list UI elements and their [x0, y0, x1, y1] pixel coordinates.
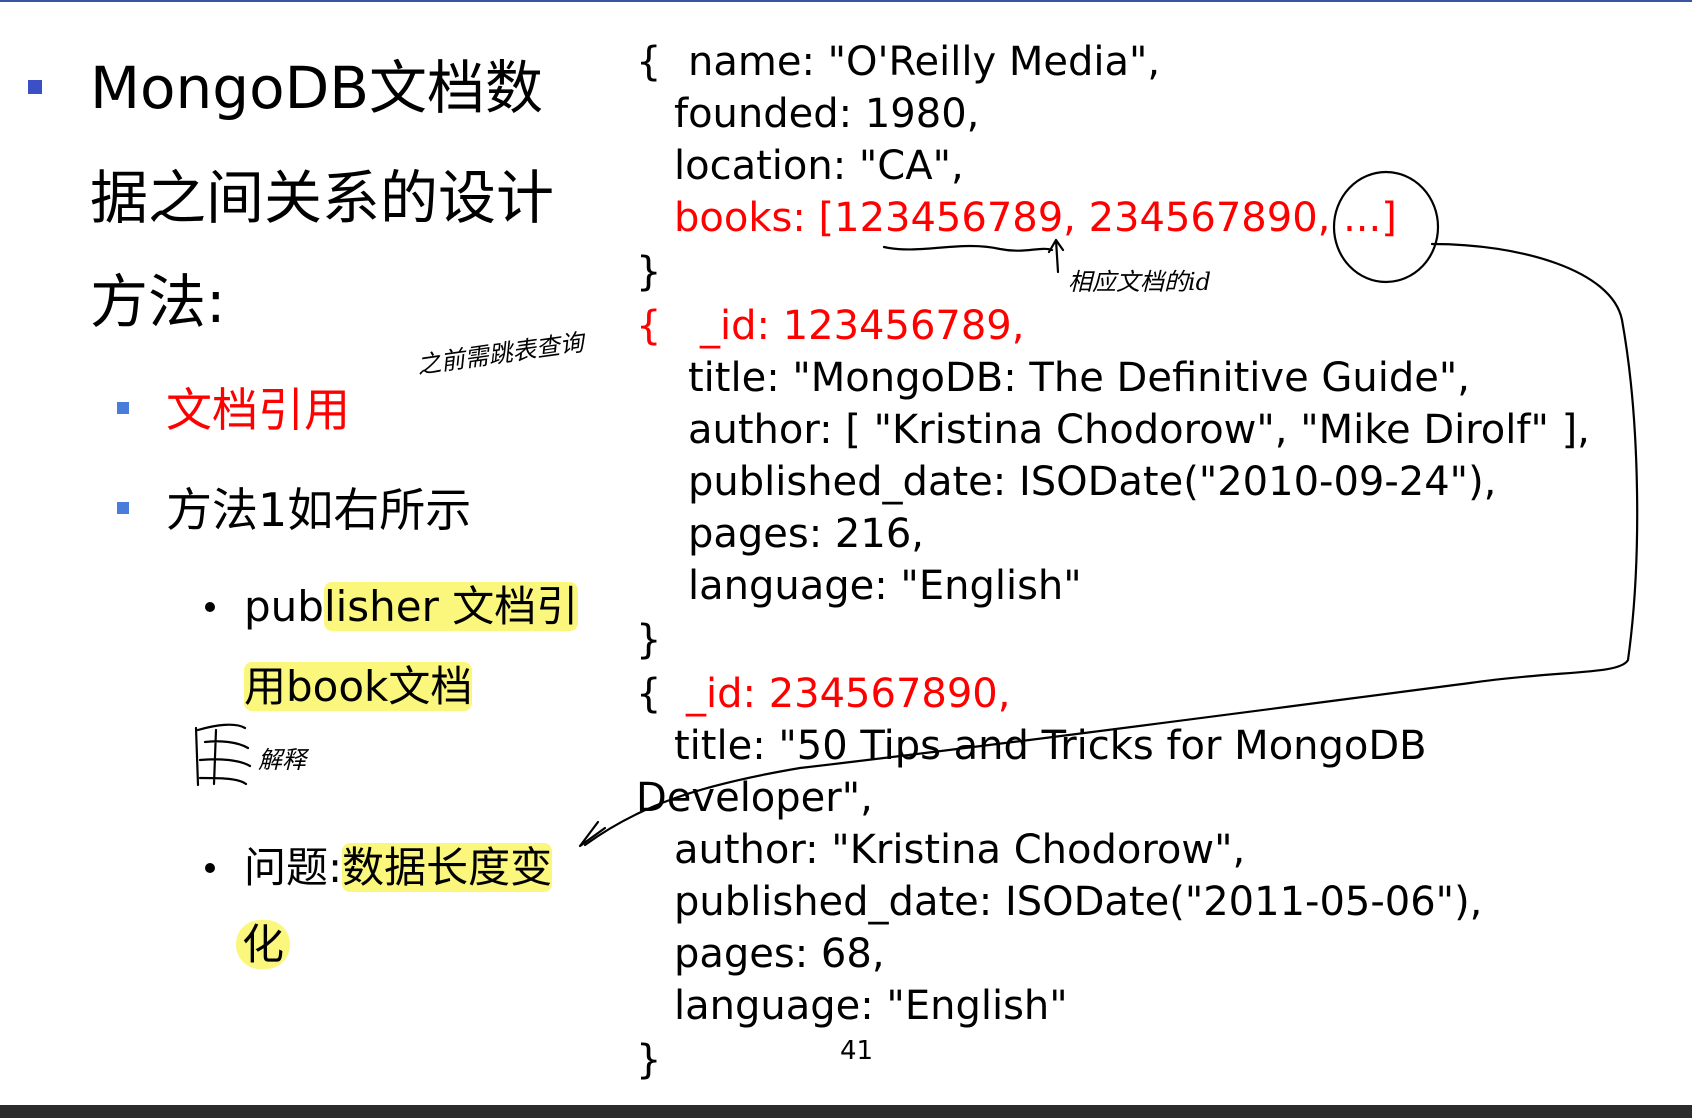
page-number: 41: [840, 1036, 874, 1066]
book1-published: published_date: ISODate("2010-09-24"),: [688, 459, 1497, 505]
book2-title-continued: Developer",: [636, 775, 873, 821]
underline-squiggle: [882, 244, 1054, 252]
sub-item-problem-label: 问题:: [244, 843, 343, 892]
level2-bullet-1: [117, 402, 129, 414]
sub-item-publisher-highlight: lisher 文档引: [323, 582, 579, 631]
publisher-name: name: "O'Reilly Media",: [688, 39, 1161, 85]
book1-title: title: "MongoDB: The Definitive Guide",: [688, 355, 1470, 401]
level3-bullet-1: [205, 602, 215, 612]
book2-language: language: "English": [674, 983, 1068, 1029]
level1-bullet: [28, 80, 42, 94]
item-document-reference: 文档引用: [166, 383, 350, 437]
book2-published: published_date: ISODate("2011-05-06"),: [674, 879, 1483, 925]
book2-author: author: "Kristina Chodorow",: [674, 827, 1246, 873]
sub-item-problem-line2: 化: [236, 920, 291, 969]
book1-id: _id: 123456789,: [700, 303, 1025, 349]
book1-pages: pages: 216,: [688, 511, 924, 557]
book2-close-brace: }: [636, 1037, 662, 1083]
sub-item-publisher-line2: 用book文档: [244, 662, 473, 711]
heading-line-3: 方法:: [90, 268, 226, 336]
connector-arrowhead: [578, 820, 607, 848]
book2-id: _id: 234567890,: [686, 671, 1011, 717]
publisher-close-brace: }: [636, 249, 662, 295]
sub-item-problem-highlight: 数据长度变: [342, 843, 553, 892]
top-rule: [0, 0, 1692, 2]
sub-item-publisher-start: pub: [244, 582, 324, 631]
explain-scribble: [194, 723, 252, 787]
note-explain: 解释: [258, 746, 306, 774]
book2-open-brace: {: [636, 671, 662, 717]
bottom-rule: [0, 1105, 1692, 1118]
publisher-location: location: "CA",: [674, 143, 964, 189]
level3-bullet-2: [205, 863, 215, 873]
book1-language: language: "English": [688, 563, 1082, 609]
publisher-founded: founded: 1980,: [674, 91, 980, 137]
book2-title: title: "50 Tips and Tricks for MongoDB: [674, 723, 1427, 769]
sub-item-publisher: publisher 文档引: [244, 582, 579, 631]
book1-close-brace: }: [636, 617, 662, 663]
sub-item-problem-line2-highlight: 化: [236, 920, 291, 969]
level2-bullet-2: [117, 502, 129, 514]
book2-pages: pages: 68,: [674, 931, 885, 977]
note-corresponding-id: 相应文档的id: [1068, 268, 1212, 296]
heading-line-1: MongoDB文档数: [90, 54, 544, 122]
note-jump-query: 之前需跳表查询: [415, 328, 586, 380]
book1-open-brace: {: [636, 303, 662, 349]
publisher-books: books: [123456789, 234567890, ...]: [674, 195, 1397, 241]
item-method-1: 方法1如右所示: [166, 483, 472, 537]
publisher-open-brace: {: [636, 39, 662, 85]
heading-line-2: 据之间关系的设计: [90, 164, 555, 232]
sub-item-publisher-line2-highlight: 用book文档: [244, 662, 473, 711]
sub-item-problem: 问题:数据长度变: [244, 843, 553, 892]
book1-author: author: [ "Kristina Chodorow", "Mike Dir…: [688, 407, 1590, 453]
id-note-arrow: [1047, 238, 1065, 274]
